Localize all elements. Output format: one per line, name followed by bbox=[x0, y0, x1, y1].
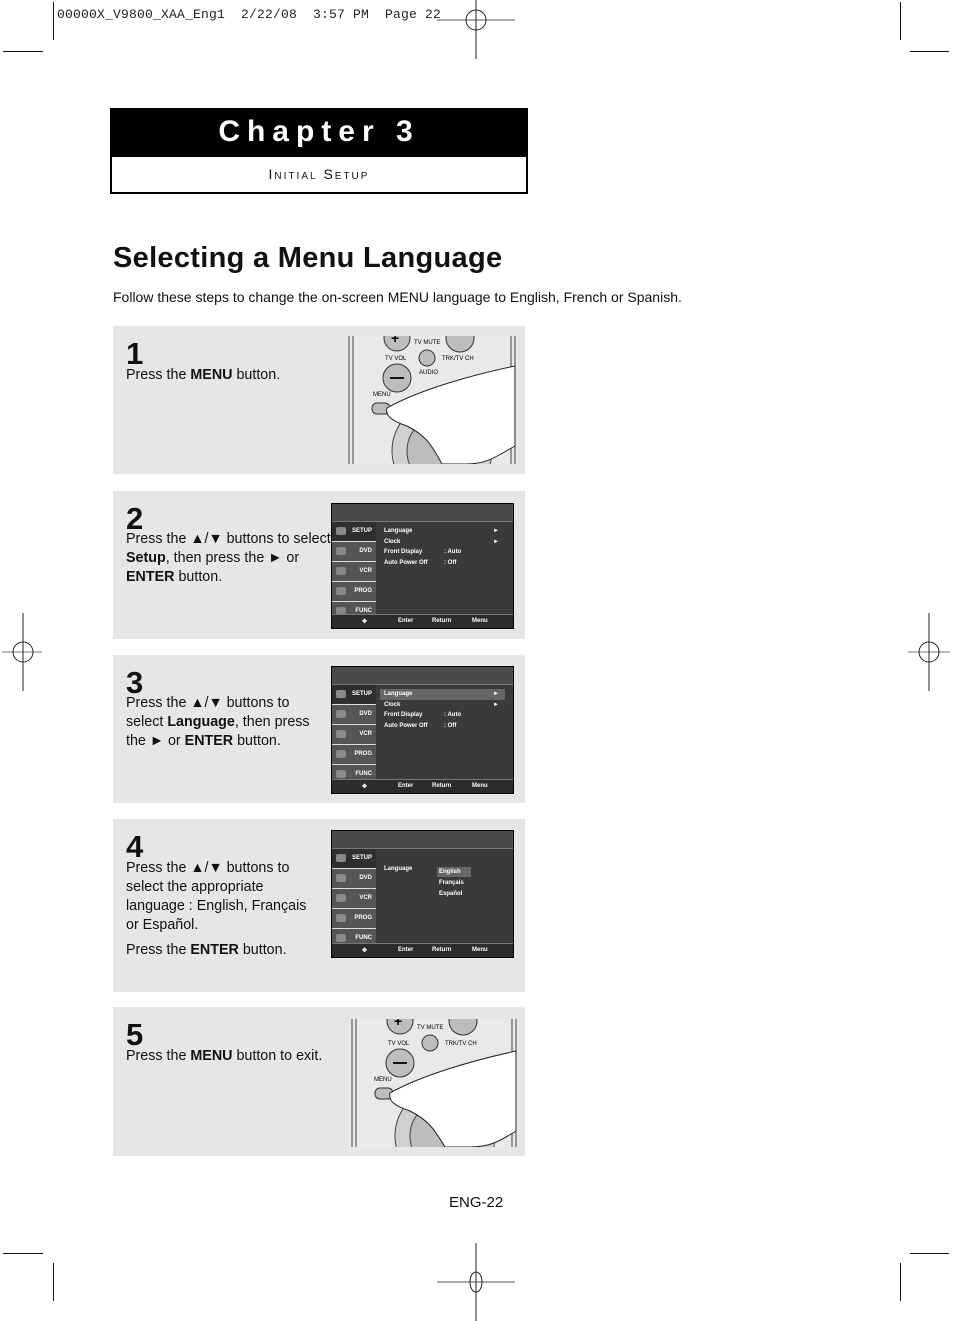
osd-tab-setup: SETUP bbox=[332, 522, 376, 542]
remote-illustration: + TV MUTE TV VOL TRK/TV CH AUDIO MENU bbox=[347, 336, 518, 464]
step-text: Press the ▲/▼ buttons to select the appr… bbox=[126, 860, 307, 958]
crop-mark bbox=[910, 1253, 949, 1254]
osd-language-label: Language bbox=[384, 866, 413, 872]
svg-text:MENU: MENU bbox=[373, 392, 391, 398]
step-4: 4 Press the ▲/▼ buttons to select the ap… bbox=[113, 819, 525, 992]
svg-text:MENU: MENU bbox=[374, 1077, 392, 1083]
step-3: 3 Press the ▲/▼ buttons to select Langua… bbox=[113, 655, 525, 803]
osd-tab-dvd: DVD bbox=[332, 542, 376, 562]
svg-text:TRK/TV CH: TRK/TV CH bbox=[442, 356, 474, 362]
osd-tab-prog: PROG bbox=[332, 582, 376, 602]
chapter-header: Chapter 3 Initial Setup bbox=[110, 108, 528, 194]
crop-mark bbox=[53, 1263, 54, 1301]
intro-text: Follow these steps to change the on-scre… bbox=[113, 289, 682, 305]
osd-footer: ✥ Enter Return Menu bbox=[332, 614, 513, 628]
osd-item-front-display: Front Display: Auto bbox=[384, 549, 462, 555]
osd-tab-vcr: VCR bbox=[332, 562, 376, 582]
step-5: 5 Press the MENU button to exit. + TV MU… bbox=[113, 1007, 525, 1156]
svg-text:+: + bbox=[394, 1019, 402, 1029]
step-text: Press the MENU button to exit. bbox=[126, 1048, 323, 1064]
osd-item-auto-power-off: Auto Power Off: Off bbox=[384, 559, 457, 566]
osd-item-language: Language ► bbox=[384, 528, 499, 534]
osd-item-language: Language ► bbox=[380, 689, 505, 700]
page-number: ENG-22 bbox=[449, 1194, 504, 1211]
print-slug: 00000X_V9800_XAA_Eng1 2/22/08 3:57 PM Pa… bbox=[57, 7, 442, 22]
page-title: Selecting a Menu Language bbox=[113, 242, 503, 274]
crop-mark bbox=[3, 51, 43, 52]
osd-setup-menu: SETUP DVD VCR PROG FUNC Language ► Clock ►… bbox=[331, 503, 514, 629]
osd-language-menu: SETUP DVD VCR PROG FUNC Language English… bbox=[331, 830, 514, 958]
crop-mark bbox=[900, 2, 901, 40]
remote-illustration: + TV MUTE TV VOL TRK/TV CH MENU bbox=[350, 1019, 518, 1147]
step-text: Press the ▲/▼ buttons to select Setup, t… bbox=[126, 531, 331, 585]
osd-language-option: Español bbox=[439, 891, 463, 897]
step-number: 4 bbox=[126, 829, 144, 864]
svg-text:TV VOL: TV VOL bbox=[388, 1041, 410, 1047]
svg-text:TRK/TV CH: TRK/TV CH bbox=[445, 1041, 477, 1047]
svg-text:TV MUTE: TV MUTE bbox=[414, 340, 440, 346]
registration-mark-icon bbox=[437, 0, 515, 59]
osd-language-option: English bbox=[437, 867, 471, 877]
registration-mark-icon bbox=[908, 613, 950, 691]
crop-mark bbox=[900, 1263, 901, 1301]
svg-text:+: + bbox=[391, 336, 399, 346]
chapter-title: Chapter 3 bbox=[112, 110, 526, 157]
registration-mark-icon bbox=[437, 1243, 515, 1321]
step-text: Press the ▲/▼ buttons to select Language… bbox=[126, 695, 310, 749]
crop-mark bbox=[53, 2, 54, 40]
step-text: Press the MENU button. bbox=[126, 367, 281, 383]
step-2: 2 Press the ▲/▼ buttons to select Setup,… bbox=[113, 491, 525, 639]
svg-text:AUDIO: AUDIO bbox=[419, 370, 438, 376]
svg-text:TV VOL: TV VOL bbox=[385, 356, 407, 362]
svg-text:TV MUTE: TV MUTE bbox=[417, 1025, 443, 1031]
crop-mark bbox=[910, 51, 949, 52]
chapter-subtitle: Initial Setup bbox=[268, 166, 370, 182]
step-1: 1 Press the MENU button. + TV MUTE TV VO… bbox=[113, 326, 525, 474]
step-number: 5 bbox=[126, 1017, 144, 1052]
osd-language-option: Français bbox=[439, 880, 464, 886]
osd-setup-menu-language-selected: SETUP DVD VCR PROG FUNC Language ► Clock ►… bbox=[331, 666, 514, 794]
registration-mark-icon bbox=[2, 613, 42, 691]
osd-item-clock: Clock ► bbox=[384, 538, 499, 545]
step-number: 1 bbox=[126, 336, 144, 371]
crop-mark bbox=[3, 1253, 43, 1254]
